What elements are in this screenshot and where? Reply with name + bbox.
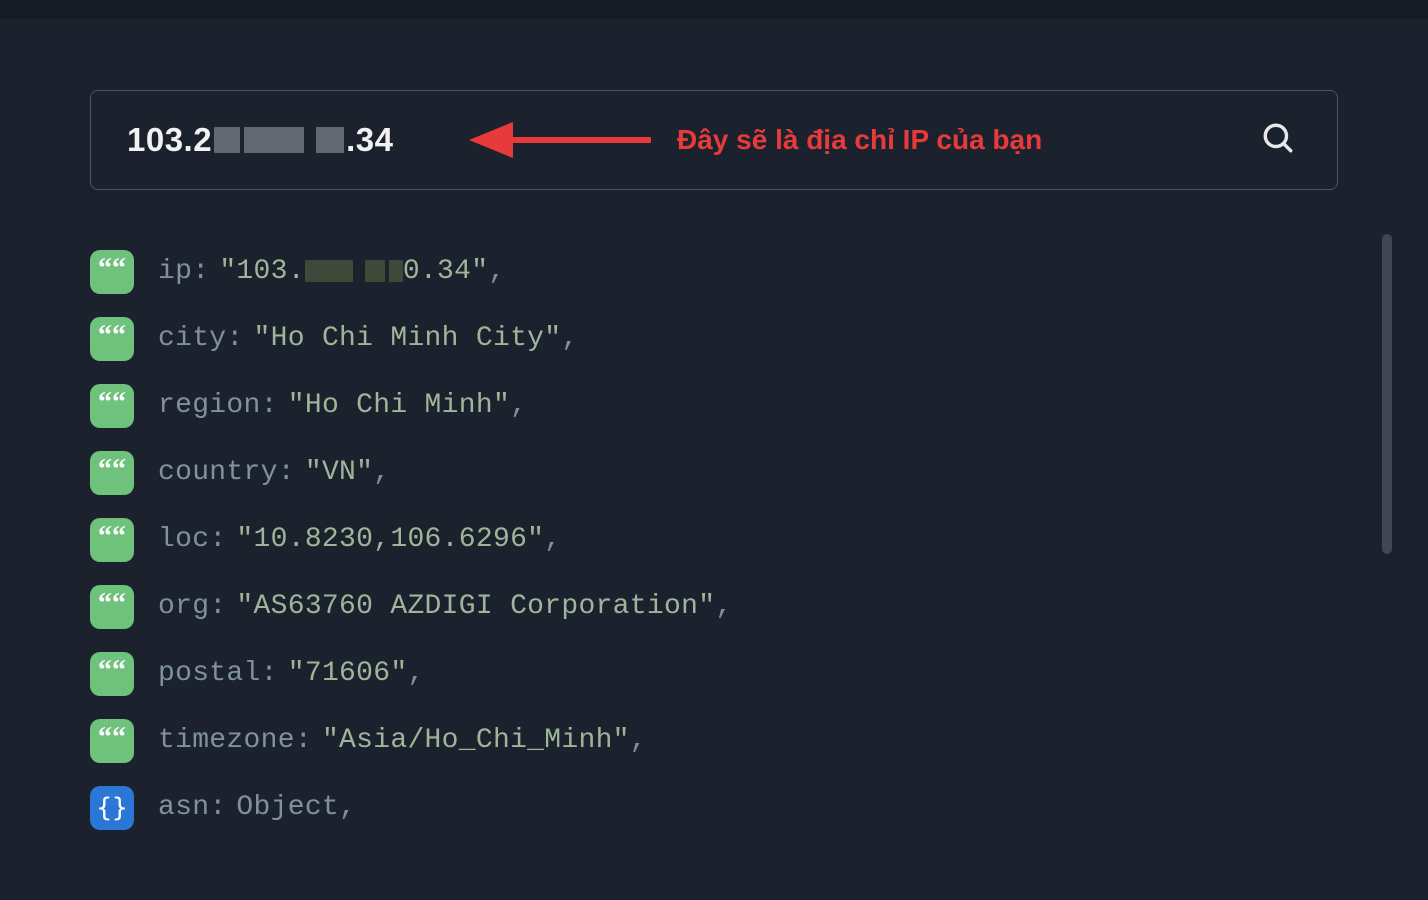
redaction-block [316, 127, 344, 153]
search-bar: 103.2 .34 Đây sẽ là địa chỉ IP của bạn [90, 90, 1338, 190]
kv-pair: ip: "103. 0.34", [158, 256, 505, 287]
key: city [158, 323, 226, 354]
value: "AS63760 AZDIGI Corporation" [236, 591, 715, 622]
kv-pair: timezone:"Asia/Ho_Chi_Minh", [158, 725, 647, 756]
value: "10.8230,106.6296" [236, 524, 544, 555]
string-type-icon: ““ [90, 317, 134, 361]
result-row[interactable]: {} asn:Object, [90, 774, 1338, 841]
result-row[interactable]: ““ ip: "103. 0.34", [90, 238, 1338, 305]
result-row[interactable]: ““ loc:"10.8230,106.6296", [90, 506, 1338, 573]
redaction-block [244, 127, 304, 153]
kv-pair: loc:"10.8230,106.6296", [158, 524, 561, 555]
value-prefix: "103. [219, 256, 305, 287]
result-row[interactable]: ““ timezone:"Asia/Ho_Chi_Minh", [90, 707, 1338, 774]
result-row[interactable]: ““ city:"Ho Chi Minh City", [90, 305, 1338, 372]
string-type-icon: ““ [90, 384, 134, 428]
arrow-left-icon [469, 120, 513, 160]
search-icon[interactable] [1261, 121, 1295, 159]
string-type-icon: ““ [90, 451, 134, 495]
redaction-block [214, 127, 240, 153]
string-type-icon: ““ [90, 652, 134, 696]
annotation-arrow: Đây sẽ là địa chỉ IP của bạn [469, 120, 1042, 160]
result-row[interactable]: ““ country:"VN", [90, 439, 1338, 506]
search-ip-mid: 2 [193, 121, 212, 159]
search-value[interactable]: 103.2 .34 [127, 121, 393, 159]
annotation-text: Đây sẽ là địa chỉ IP của bạn [677, 124, 1042, 156]
key: loc [158, 524, 209, 555]
result-row[interactable]: ““ region:"Ho Chi Minh", [90, 372, 1338, 439]
string-type-icon: ““ [90, 719, 134, 763]
key: region [158, 390, 261, 421]
kv-pair: asn:Object, [158, 792, 356, 823]
value: "Ho Chi Minh City" [254, 323, 562, 354]
string-type-icon: ““ [90, 585, 134, 629]
object-type-icon: {} [90, 786, 134, 830]
value-suffix: 0.34" [403, 256, 489, 287]
search-ip-suffix: .34 [346, 121, 393, 159]
scrollbar[interactable] [1382, 234, 1392, 554]
value: "Ho Chi Minh" [288, 390, 510, 421]
value: Object [236, 792, 339, 823]
kv-pair: region:"Ho Chi Minh", [158, 390, 527, 421]
key: ip [158, 256, 192, 287]
value: "VN" [305, 457, 373, 488]
key: country [158, 457, 278, 488]
key: postal [158, 658, 261, 689]
kv-pair: city:"Ho Chi Minh City", [158, 323, 579, 354]
string-type-icon: ““ [90, 250, 134, 294]
kv-pair: org:"AS63760 AZDIGI Corporation", [158, 591, 732, 622]
results-list: ““ ip: "103. 0.34", ““ city:"Ho Chi Minh… [90, 238, 1338, 900]
value: "71606" [288, 658, 408, 689]
key: timezone [158, 725, 295, 756]
kv-pair: country:"VN", [158, 457, 390, 488]
result-row[interactable]: ““ postal:"71606", [90, 640, 1338, 707]
arrow-shaft [511, 137, 651, 143]
result-row[interactable]: ““ org:"AS63760 AZDIGI Corporation", [90, 573, 1338, 640]
value: "Asia/Ho_Chi_Minh" [322, 725, 630, 756]
window-top-edge [0, 0, 1428, 18]
search-ip-prefix: 103. [127, 121, 193, 159]
key: org [158, 591, 209, 622]
redaction-block [305, 256, 403, 287]
kv-pair: postal:"71606", [158, 658, 425, 689]
key: asn [158, 792, 209, 823]
string-type-icon: ““ [90, 518, 134, 562]
